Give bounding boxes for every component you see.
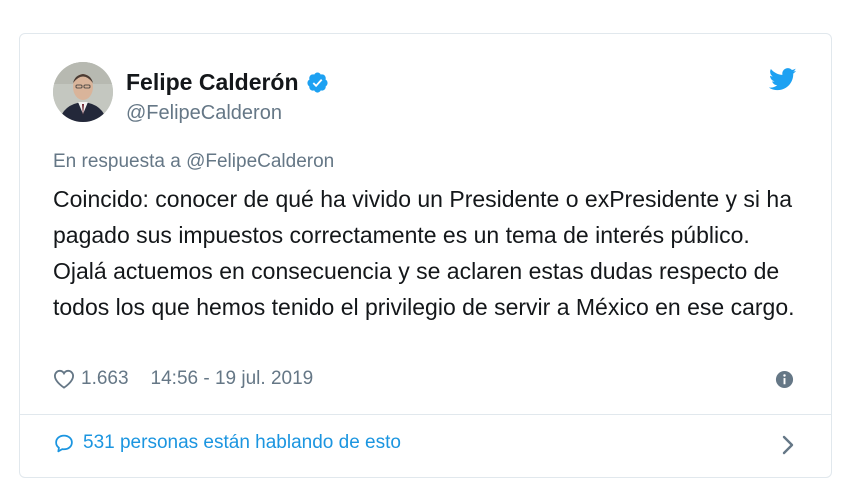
tweet-card: Felipe Calderón @FelipeCalderon En respu… xyxy=(19,33,832,478)
reply-context: En respuesta a @FelipeCalderon xyxy=(53,151,334,173)
author-display-name[interactable]: Felipe Calderón xyxy=(126,69,299,96)
info-icon[interactable] xyxy=(775,370,794,389)
reply-mention-link[interactable]: @FelipeCalderon xyxy=(186,151,334,172)
tweet-timestamp[interactable]: 14:56 - 19 jul. 2019 xyxy=(151,368,314,390)
verified-badge-icon xyxy=(306,72,328,93)
conversation-link[interactable]: 531 personas están hablando de esto xyxy=(53,432,401,454)
divider xyxy=(20,414,831,415)
author-name-row[interactable]: Felipe Calderón xyxy=(126,69,329,96)
heart-icon[interactable] xyxy=(53,369,75,389)
avatar-photo xyxy=(53,62,113,122)
conversation-text[interactable]: 531 personas están hablando de esto xyxy=(83,432,401,454)
speech-bubble-icon xyxy=(55,434,73,452)
tweet-meta: 1.663 14:56 - 19 jul. 2019 xyxy=(53,368,313,390)
author-handle[interactable]: @FelipeCalderon xyxy=(126,102,282,125)
like-count[interactable]: 1.663 xyxy=(81,368,129,390)
chevron-right-icon[interactable] xyxy=(781,434,795,456)
twitter-bird-icon[interactable] xyxy=(769,68,797,91)
reply-prefix: En respuesta a xyxy=(53,151,181,172)
tweet-text: Coincido: conocer de qué ha vivido un Pr… xyxy=(53,186,795,320)
avatar[interactable] xyxy=(53,62,113,122)
